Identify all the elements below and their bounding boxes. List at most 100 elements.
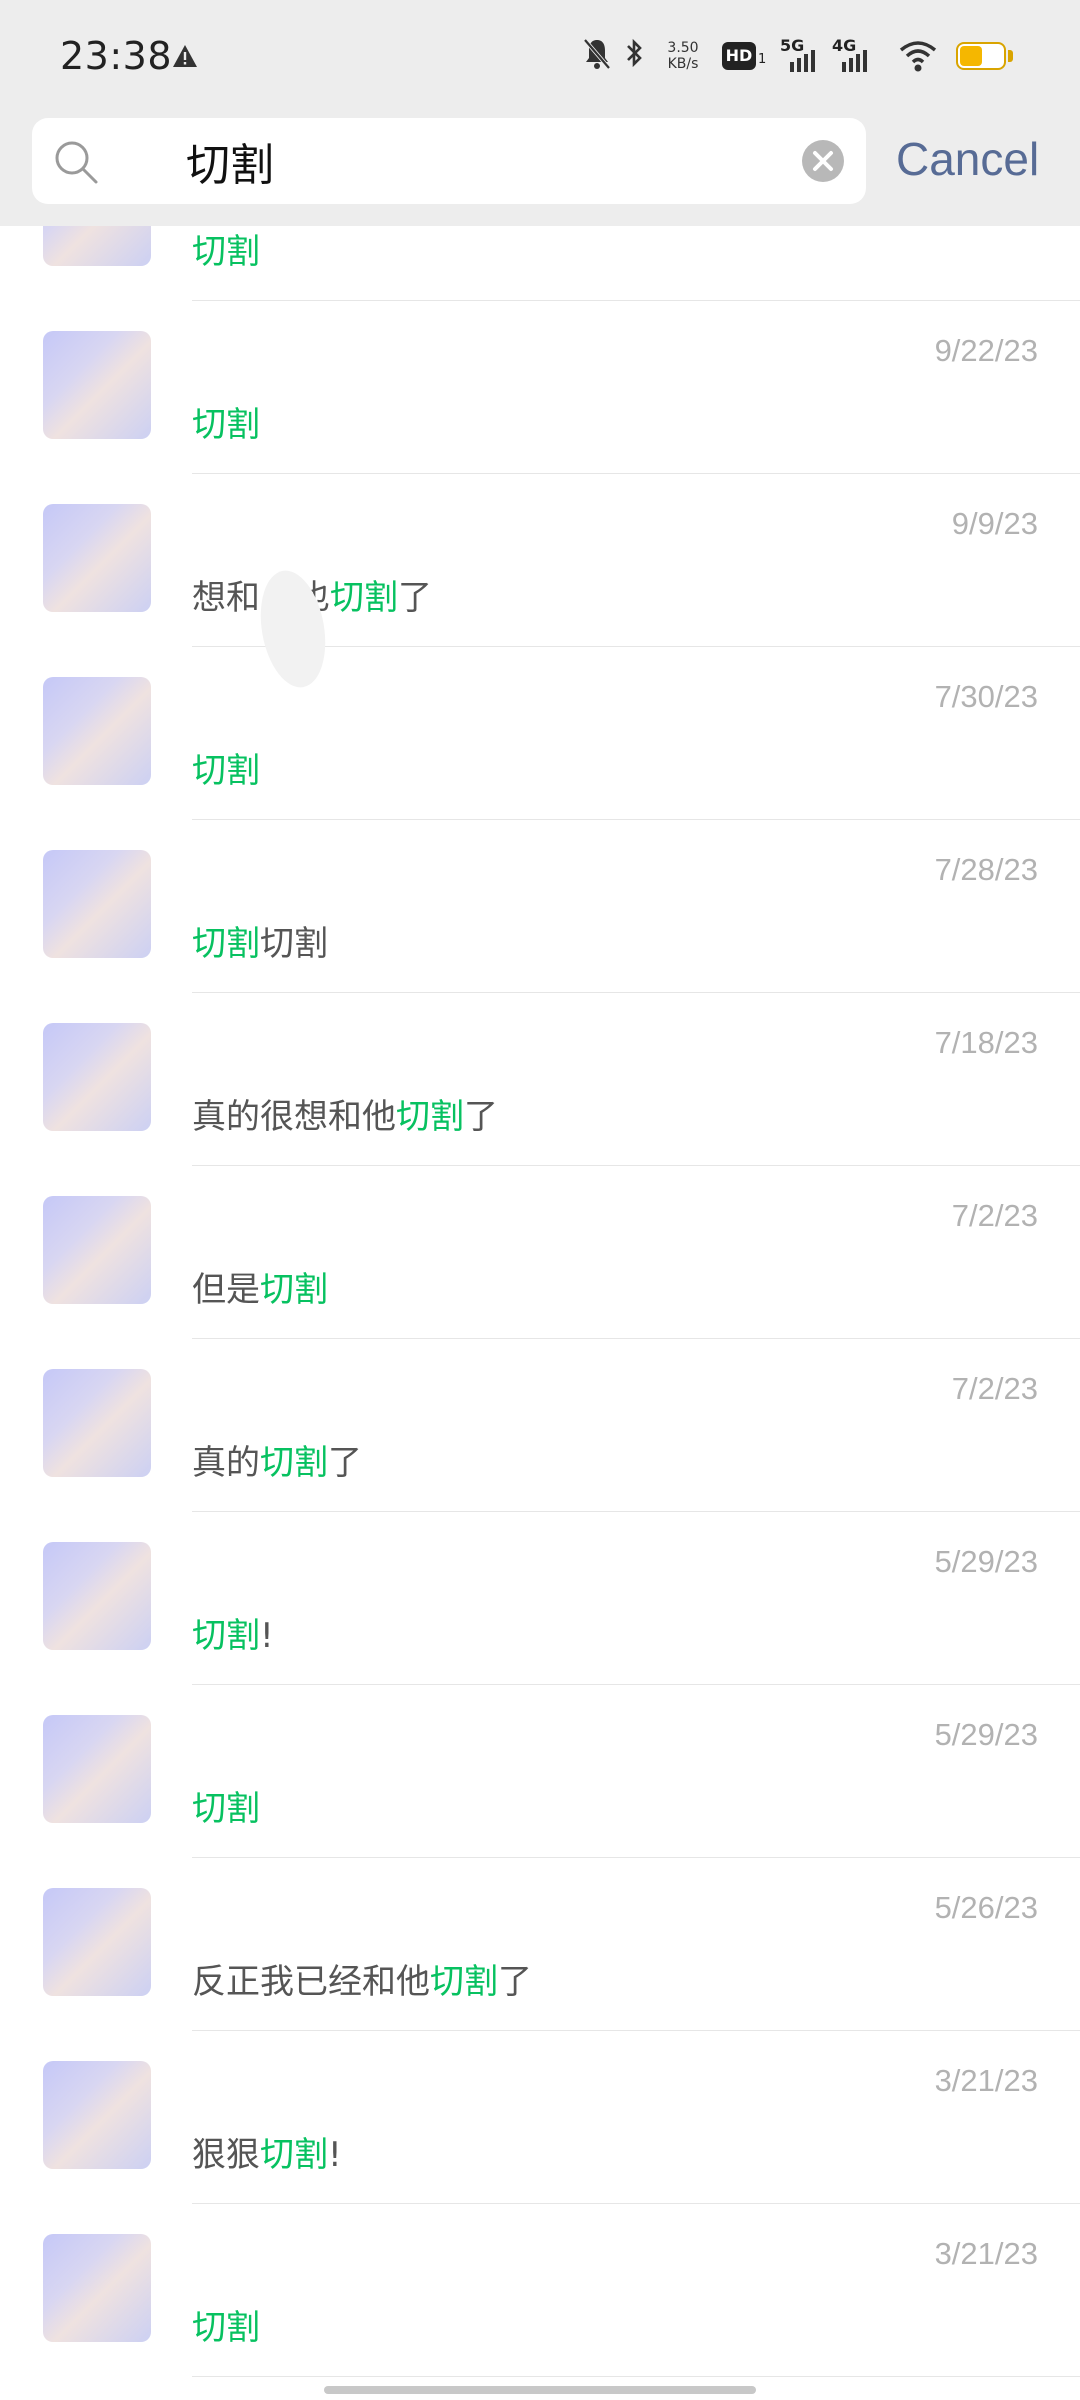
snippet-text: 了 [464, 1097, 498, 1137]
battery-icon [956, 42, 1006, 70]
cancel-button[interactable]: Cancel [896, 132, 1039, 186]
result-snippet: 切割 [192, 1781, 260, 1830]
snippet-text: 真的很想和他 [192, 1097, 396, 1137]
net-speed: 3.50 KB/s [658, 40, 708, 72]
net-speed-value: 3.50 [667, 40, 699, 56]
search-box[interactable] [32, 118, 866, 204]
avatar [43, 2234, 151, 2342]
hd-badge: HD [722, 42, 756, 70]
result-snippet: 切割切割 [192, 916, 328, 965]
result-snippet: 切割 [192, 397, 260, 446]
bluetooth-icon [620, 36, 650, 76]
snippet-text: 想和 [192, 578, 260, 618]
result-row[interactable]: 5/29/23 切割! [0, 1512, 1080, 1685]
highlighted-keyword: 切割 [330, 578, 398, 618]
result-snippet: 反正我已经和他切割了 [192, 1954, 532, 2003]
result-snippet: 切割! [192, 1608, 274, 1657]
avatar [43, 226, 151, 266]
snippet-text: ! [328, 2135, 342, 2175]
clear-search-icon[interactable] [800, 138, 846, 188]
result-row[interactable]: 7/2/23 但是切割 [0, 1166, 1080, 1339]
result-date: 7/2/23 [951, 1198, 1038, 1233]
row-divider [192, 2376, 1080, 2377]
highlighted-keyword: 切割 [192, 2308, 260, 2348]
snippet-text: 切割 [260, 924, 328, 964]
result-date: 7/30/23 [934, 679, 1038, 714]
snippet-text: 但是 [192, 1270, 260, 1310]
highlighted-keyword: 切割 [396, 1097, 464, 1137]
result-row[interactable]: 7/30/23 切割 [0, 647, 1080, 820]
avatar [43, 1888, 151, 1996]
highlighted-keyword: 切割 [192, 232, 260, 272]
result-row[interactable]: 9/22/23 切割 [0, 301, 1080, 474]
snippet-text: 了 [328, 1443, 362, 1483]
snippet-text: 了 [398, 578, 432, 618]
result-row[interactable]: 7/2/23 真的切割了 [0, 1339, 1080, 1512]
snippet-text: 狠狠 [192, 2135, 260, 2175]
status-bar: 23:38 3.50 KB/s HD 1 5G 4G [0, 0, 1080, 110]
avatar [43, 2061, 151, 2169]
result-snippet: 狠狠切割! [192, 2127, 342, 2176]
highlighted-keyword: 切割 [192, 1616, 260, 1656]
snippet-text: 反正我已经和他 [192, 1962, 430, 2002]
signal-5g-icon [788, 46, 818, 78]
result-date: 5/26/23 [934, 1890, 1038, 1925]
result-snippet: 真的切割了 [192, 1435, 362, 1484]
avatar [43, 850, 151, 958]
status-time: 23:38 [60, 34, 173, 78]
result-row[interactable]: 5/26/23 反正我已经和他切割了 [0, 1858, 1080, 2031]
highlighted-keyword: 切割 [192, 751, 260, 791]
avatar [43, 1542, 151, 1650]
result-date: 9/22/23 [934, 333, 1038, 368]
result-row[interactable]: 7/28/23 切割切割 [0, 820, 1080, 993]
snippet-text: 真的 [192, 1443, 260, 1483]
highlighted-keyword: 切割 [260, 1443, 328, 1483]
result-snippet: 切割 [192, 226, 260, 273]
search-input[interactable] [186, 132, 786, 190]
highlighted-keyword: 切割 [192, 405, 260, 445]
home-indicator[interactable] [324, 2386, 756, 2394]
result-row[interactable]: 5/29/23 切割 [0, 1685, 1080, 1858]
wifi-icon [898, 38, 938, 78]
net-speed-unit: KB/s [667, 56, 699, 72]
avatar [43, 677, 151, 785]
result-row[interactable]: 7/18/23 真的很想和他切割了 [0, 993, 1080, 1166]
avatar [43, 1023, 151, 1131]
result-row[interactable]: 3/21/23 狠狠切割! [0, 2031, 1080, 2204]
result-row[interactable]: 3/21/23 切割 [0, 2204, 1080, 2377]
signal-4g-icon [840, 46, 870, 78]
result-snippet: 切割 [192, 2300, 260, 2349]
highlighted-keyword: 切割 [430, 1962, 498, 2002]
warning-icon [172, 44, 198, 72]
result-row[interactable]: 9/9/23想和也切割了 [0, 474, 1080, 647]
result-date: 9/9/23 [951, 506, 1038, 541]
hd-sub: 1 [758, 52, 767, 67]
search-icon [52, 138, 100, 190]
result-date: 3/21/23 [934, 2063, 1038, 2098]
result-snippet: 切割 [192, 743, 260, 792]
status-icons: 3.50 KB/s HD 1 5G 4G [582, 36, 1022, 80]
result-date: 5/29/23 [934, 1544, 1038, 1579]
result-date: 3/21/23 [934, 2236, 1038, 2271]
snippet-text: ! [260, 1616, 274, 1656]
highlighted-keyword: 切割 [192, 1789, 260, 1829]
avatar [43, 1715, 151, 1823]
avatar [43, 331, 151, 439]
result-date: 7/28/23 [934, 852, 1038, 887]
result-snippet: 但是切割 [192, 1262, 328, 1311]
snippet-text: 了 [498, 1962, 532, 2002]
result-date: 7/2/23 [951, 1371, 1038, 1406]
mute-bell-icon [582, 36, 612, 76]
result-date: 7/18/23 [934, 1025, 1038, 1060]
search-results-list: 切割9/22/23切割9/9/23想和也切割了7/30/23切割7/28/23切… [0, 226, 1080, 2400]
result-date: 5/29/23 [934, 1717, 1038, 1752]
highlighted-keyword: 切割 [192, 924, 260, 964]
result-snippet: 真的很想和他切割了 [192, 1089, 498, 1138]
avatar [43, 504, 151, 612]
avatar [43, 1196, 151, 1304]
highlighted-keyword: 切割 [260, 1270, 328, 1310]
highlighted-keyword: 切割 [260, 2135, 328, 2175]
avatar [43, 1369, 151, 1477]
top-area: 23:38 3.50 KB/s HD 1 5G 4G 切割 Cancel [0, 0, 1080, 226]
result-row[interactable]: 切割 [0, 226, 1080, 301]
